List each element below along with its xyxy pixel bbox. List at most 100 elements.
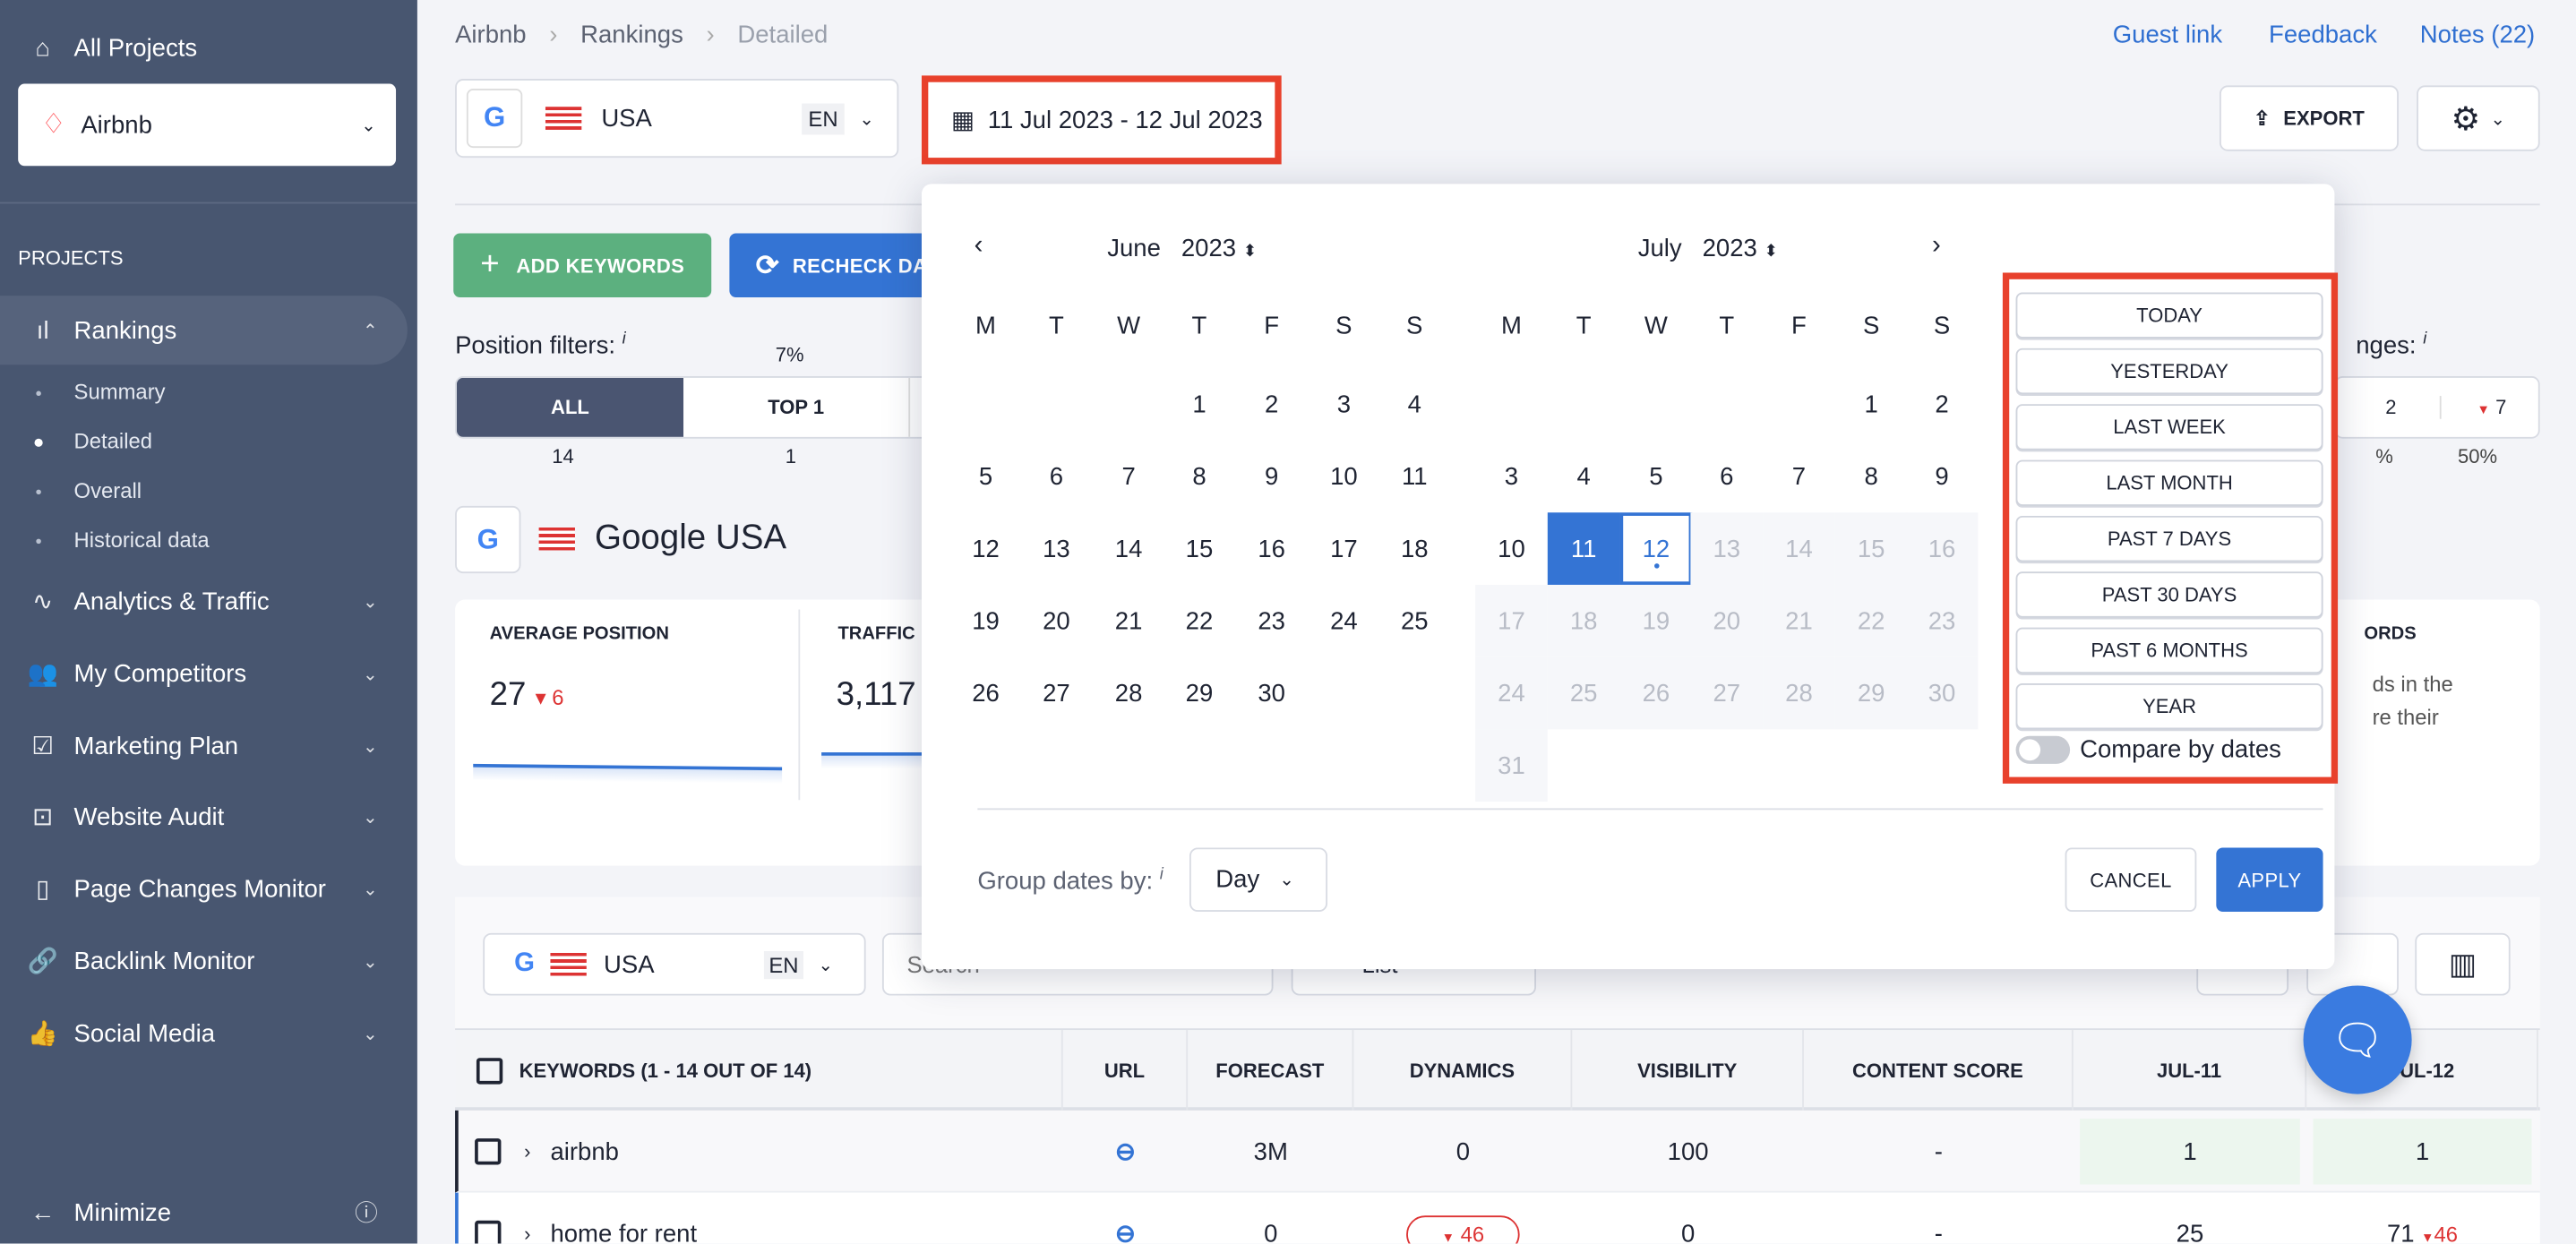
columns-button[interactable]: ▥	[2415, 932, 2511, 996]
column-header[interactable]: URL	[1063, 1030, 1189, 1111]
calendar-day[interactable]: 28	[1093, 657, 1165, 730]
calendar-day[interactable]: 10	[1308, 441, 1380, 513]
calendar-day[interactable]: 20	[1020, 585, 1093, 657]
sidebar-subitem[interactable]: Historical data	[36, 528, 210, 552]
calendar-day[interactable]: 5	[1620, 441, 1693, 513]
sidebar-subitem[interactable]: Detailed	[34, 429, 152, 453]
calendar-day[interactable]: 6	[1020, 441, 1093, 513]
calendar-day[interactable]: 21	[1093, 585, 1165, 657]
filter-tab-all[interactable]: ALL	[456, 377, 684, 437]
calendar-day[interactable]: 29	[1163, 657, 1236, 730]
calendar-day[interactable]: 9	[1235, 441, 1308, 513]
preset-last-month[interactable]: LAST MONTH	[2015, 459, 2323, 506]
group-dates-select[interactable]: Day ⌄	[1189, 847, 1328, 912]
calendar-day[interactable]: 3	[1308, 368, 1380, 441]
calendar-day[interactable]: 16	[1235, 512, 1308, 585]
calendar-day[interactable]: 2	[1906, 368, 1979, 441]
calendar-day[interactable]: 5	[949, 441, 1022, 513]
add-keywords-button[interactable]: + ADD KEYWORDS	[453, 233, 712, 297]
calendar-day[interactable]: 12	[1619, 512, 1693, 585]
info-icon[interactable]: i	[623, 330, 626, 348]
calendar-day[interactable]: 3	[1475, 441, 1548, 513]
calendar-day[interactable]: 4	[1378, 368, 1451, 441]
preset-past-30-days[interactable]: PAST 30 DAYS	[2015, 571, 2323, 618]
column-header[interactable]: CONTENT SCORE	[1804, 1030, 2074, 1111]
calendar-day[interactable]: 8	[1835, 441, 1908, 513]
changes-up[interactable]: 2	[2385, 396, 2396, 419]
column-header[interactable]: VISIBILITY	[1572, 1030, 1804, 1111]
feedback-link[interactable]: Feedback	[2269, 21, 2377, 49]
prev-month-button[interactable]: ‹	[975, 232, 983, 262]
preset-past-6-months[interactable]: PAST 6 MONTHS	[2015, 627, 2323, 674]
calendar-day[interactable]: 26	[949, 657, 1022, 730]
calendar-day[interactable]: 9	[1906, 441, 1979, 513]
row-checkbox[interactable]	[475, 1220, 502, 1244]
sidebar-item-rankings[interactable]: ıl Rankings ⌃	[0, 296, 408, 365]
cancel-button[interactable]: CANCEL	[2065, 847, 2197, 912]
preset-past-7-days[interactable]: PAST 7 DAYS	[2015, 515, 2323, 562]
sidebar-item-social-media[interactable]: 👍 Social Media ⌄	[0, 999, 408, 1068]
minimize-button[interactable]: ← Minimize ⓘ	[0, 1178, 408, 1243]
search-engine-selector[interactable]: G USA EN ⌄	[455, 79, 899, 159]
sidebar-subitem[interactable]: Overall	[36, 478, 142, 502]
export-button[interactable]: ⇪ EXPORT	[2220, 85, 2399, 151]
calendar-day[interactable]: 10	[1475, 512, 1548, 585]
sidebar-item-analytics-traffic[interactable]: ∿ Analytics & Traffic ⌄	[0, 567, 408, 636]
calendar-day[interactable]: 4	[1548, 441, 1620, 513]
sidebar-item-website-audit[interactable]: ⊡ Website Audit ⌄	[0, 782, 408, 851]
next-month-button[interactable]: ›	[1932, 232, 1941, 262]
guest-link[interactable]: Guest link	[2113, 21, 2222, 49]
expand-icon[interactable]: ›	[524, 1223, 530, 1244]
calendar-day[interactable]: 25	[1378, 585, 1451, 657]
calendar-day[interactable]: 12	[949, 512, 1022, 585]
preset-today[interactable]: TODAY	[2015, 292, 2323, 339]
recheck-button[interactable]: ⟳ RECHECK DA	[729, 233, 943, 297]
apply-button[interactable]: APPLY	[2216, 847, 2323, 912]
column-header[interactable]: JUL-11	[2074, 1030, 2307, 1111]
breadcrumb-airbnb[interactable]: Airbnb	[455, 21, 527, 49]
calendar-day[interactable]: 15	[1163, 512, 1236, 585]
notes-link[interactable]: Notes (22)	[2420, 21, 2535, 49]
calendar-day[interactable]: 13	[1020, 512, 1093, 585]
search-engine-selector-2[interactable]: G USA EN ⌄	[483, 932, 866, 996]
filter-tab-top1[interactable]: TOP 1	[683, 377, 911, 437]
date-range-picker[interactable]: ▦ 11 Jul 2023 - 12 Jul 2023	[921, 75, 1282, 165]
calendar-day[interactable]: 1	[1835, 368, 1908, 441]
link-icon[interactable]: ⊖	[1063, 1193, 1188, 1244]
compare-toggle[interactable]	[2015, 735, 2071, 764]
calendar-day[interactable]: 11	[1547, 512, 1620, 585]
link-icon[interactable]: ⊖	[1063, 1111, 1188, 1193]
help-icon[interactable]: ⓘ	[355, 1196, 378, 1229]
calendar-day[interactable]: 30	[1235, 657, 1308, 730]
sidebar-subitem[interactable]: Summary	[36, 380, 166, 404]
row-checkbox[interactable]	[475, 1138, 502, 1165]
column-header-keywords[interactable]: KEYWORDS (1 - 14 OUT OF 14)	[455, 1030, 1063, 1111]
calendar-day[interactable]: 7	[1763, 441, 1835, 513]
chat-button[interactable]: 🗨	[2303, 985, 2412, 1094]
all-projects-link[interactable]: ⌂ All Projects	[0, 13, 408, 82]
calendar-day[interactable]: 17	[1308, 512, 1380, 585]
calendar-day[interactable]: 2	[1235, 368, 1308, 441]
changes-down[interactable]: ▼ 7	[2439, 396, 2506, 419]
calendar-day[interactable]: 6	[1690, 441, 1763, 513]
preset-year[interactable]: YEAR	[2015, 683, 2323, 730]
column-header[interactable]: FORECAST	[1188, 1030, 1354, 1111]
breadcrumb-rankings[interactable]: Rankings	[580, 21, 683, 49]
sidebar-item-my-competitors[interactable]: 👥 My Competitors ⌄	[0, 639, 408, 708]
expand-icon[interactable]: ›	[524, 1140, 530, 1163]
calendar-day[interactable]: 23	[1235, 585, 1308, 657]
project-selector[interactable]: ♢ Airbnb ⌄	[18, 83, 397, 167]
settings-button[interactable]: ⚙ ⌄	[2417, 85, 2540, 151]
calendar-day[interactable]: 7	[1093, 441, 1165, 513]
sidebar-item-page-changes-monitor[interactable]: ▯ Page Changes Monitor ⌄	[0, 854, 408, 923]
sidebar-item-backlink-monitor[interactable]: 🔗 Backlink Monitor ⌄	[0, 926, 408, 995]
calendar-day[interactable]: 8	[1163, 441, 1236, 513]
calendar-day[interactable]: 14	[1093, 512, 1165, 585]
select-all-checkbox[interactable]	[476, 1057, 503, 1084]
calendar-day[interactable]: 1	[1163, 368, 1236, 441]
left-month-selector[interactable]: June 2023 ⬍	[1107, 235, 1257, 262]
preset-last-week[interactable]: LAST WEEK	[2015, 404, 2323, 450]
sidebar-item-marketing-plan[interactable]: ☑ Marketing Plan ⌄	[0, 711, 408, 780]
preset-yesterday[interactable]: YESTERDAY	[2015, 347, 2323, 395]
calendar-day[interactable]: 24	[1308, 585, 1380, 657]
